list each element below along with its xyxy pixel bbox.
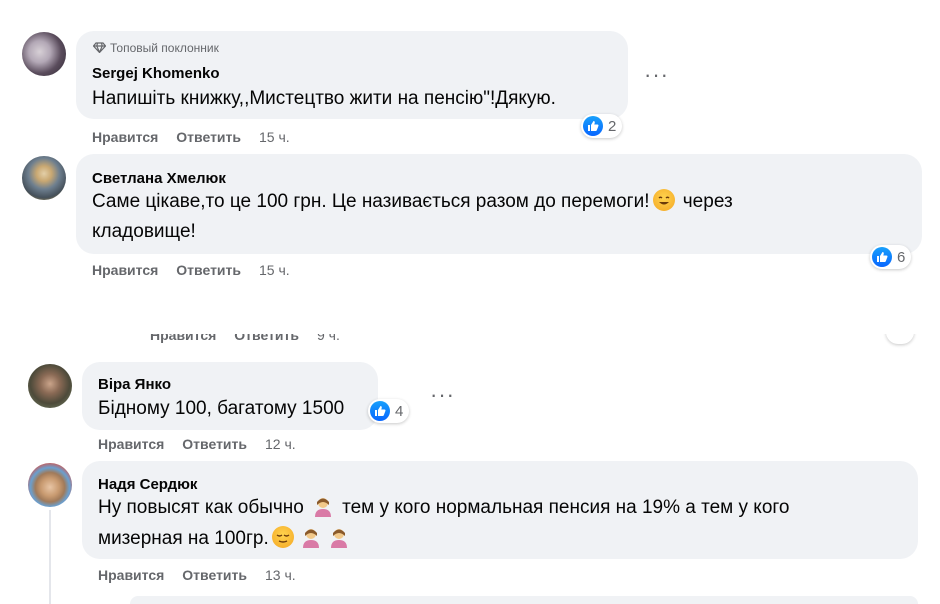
thumbs-up-icon [583, 116, 603, 136]
reaction-count-value: 4 [395, 402, 404, 420]
comment-time[interactable]: 12 ч. [265, 436, 296, 452]
comment-text-part: Саме цікаве,то це 100 грн. Це називаєтьс… [92, 191, 650, 212]
comment-time[interactable]: 15 ч. [259, 262, 290, 278]
diamond-icon [92, 42, 107, 55]
comment-actions: Нравится Ответить 13 ч. [98, 567, 314, 583]
comment-time[interactable]: 9 ч. [317, 334, 340, 343]
person-gesture-emoji-icon [300, 526, 322, 548]
comment-author[interactable]: Віра Янко [98, 376, 171, 393]
cropped-actions-row: Нравится Ответить 9 ч. [0, 334, 940, 350]
comment-text: Саме цікаве,то це 100 грн. Це називаєтьс… [92, 186, 733, 218]
comment-actions: Нравится Ответить 9 ч. [150, 334, 358, 343]
reply-link[interactable]: Ответить [182, 567, 247, 583]
avatar[interactable] [28, 364, 72, 408]
person-gesture-emoji-icon [312, 495, 334, 517]
more-options-icon[interactable]: ··· [430, 384, 455, 406]
comment-text: Напишіть книжку,,Мистецтво жити на пенсі… [92, 88, 556, 109]
like-link[interactable]: Нравится [98, 436, 164, 452]
like-link[interactable]: Нравится [92, 129, 158, 145]
comment-author[interactable]: Надя Сердюк [98, 476, 197, 493]
reply-link[interactable]: Ответить [182, 436, 247, 452]
reaction-count[interactable]: 4 [368, 399, 410, 423]
comment-time[interactable]: 15 ч. [259, 129, 290, 145]
relieved-emoji-icon [271, 526, 294, 548]
like-link[interactable]: Нравится [150, 334, 216, 343]
comment-actions: Нравится Ответить 12 ч. [98, 436, 314, 452]
reaction-count[interactable]: 2 [581, 114, 623, 138]
reply-link[interactable]: Ответить [176, 262, 241, 278]
smiling-emoji-icon [652, 189, 675, 211]
comment-actions: Нравится Ответить 15 ч. [92, 262, 308, 278]
thumbs-up-icon [370, 401, 390, 421]
top-fan-badge: Топовый поклонник [92, 41, 219, 55]
like-link[interactable]: Нравится [92, 262, 158, 278]
like-link[interactable]: Нравится [98, 567, 164, 583]
reply-bubble-partial [130, 596, 918, 604]
comment-text-line2: кладовище! [92, 221, 196, 242]
thumbs-up-icon [872, 247, 892, 267]
comment-text: Ну повысят как обычно тем у кого нормаль… [98, 492, 789, 524]
avatar[interactable] [22, 156, 66, 200]
badge-label: Топовый поклонник [110, 41, 219, 55]
reaction-count[interactable]: 6 [870, 245, 912, 269]
more-options-icon[interactable]: ··· [644, 64, 669, 86]
comment-text-part: тем у кого нормальная пенсия на 19% а те… [342, 497, 790, 518]
comment-author[interactable]: Светлана Хмелюк [92, 170, 226, 187]
comment-text: Бідному 100, багатому 1500 [98, 398, 345, 419]
comment-text-part: через [682, 191, 733, 212]
reaction-count-value: 2 [608, 117, 617, 135]
reaction-count-value: 6 [897, 248, 906, 266]
comment-author[interactable]: Sergej Khomenko [92, 65, 220, 82]
comment-text-part: Ну повысят как обычно [98, 497, 304, 518]
reply-link[interactable]: Ответить [176, 129, 241, 145]
comment-text-line2: мизерная на 100гр. [98, 523, 353, 555]
reply-link[interactable]: Ответить [234, 334, 299, 343]
comment-actions: Нравится Ответить 15 ч. [92, 129, 308, 145]
comment-time[interactable]: 13 ч. [265, 567, 296, 583]
cropped-reaction [886, 334, 914, 344]
comment-text-part: мизерная на 100гр. [98, 528, 269, 549]
person-gesture-emoji-icon [328, 526, 350, 548]
avatar[interactable] [28, 463, 72, 507]
avatar[interactable] [22, 32, 66, 76]
thread-line [49, 510, 51, 604]
